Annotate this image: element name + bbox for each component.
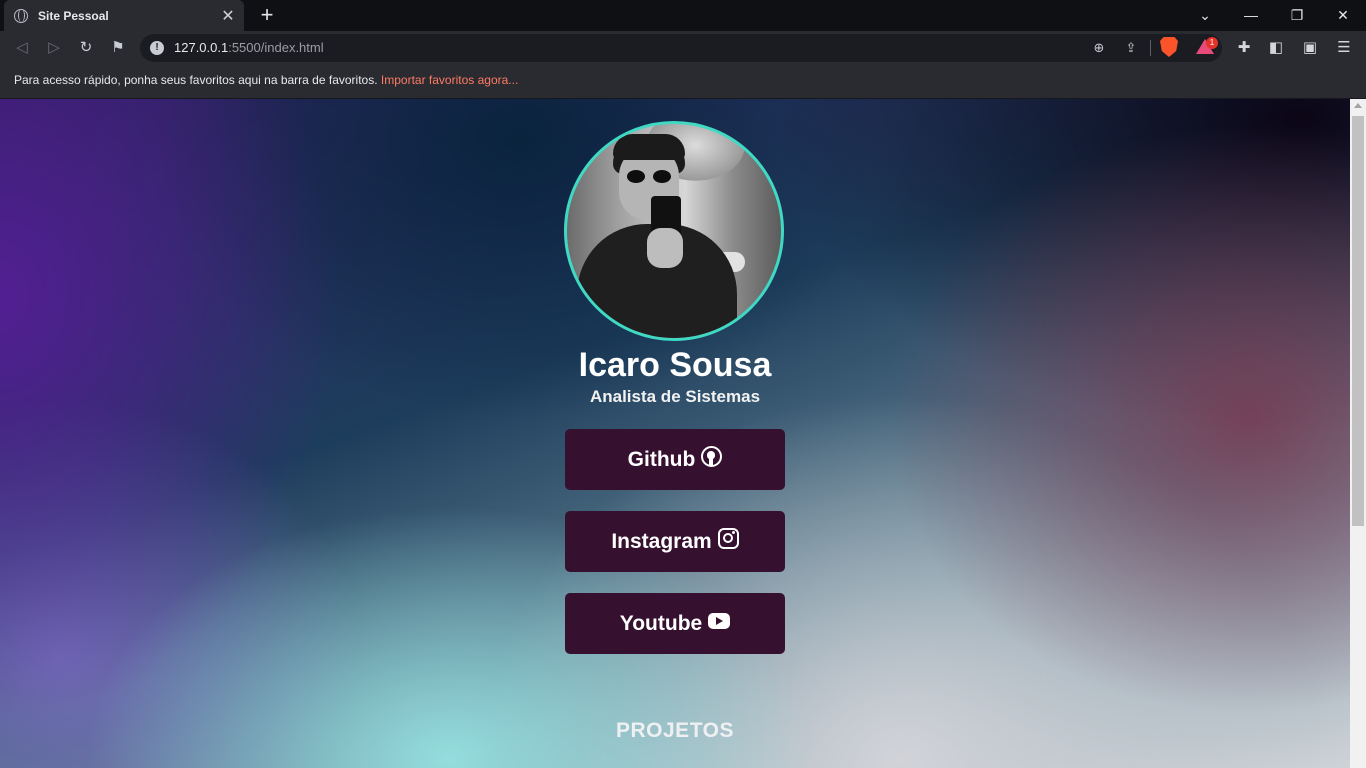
window-close-button[interactable]: ✕: [1320, 0, 1366, 31]
tab-title: Site Pessoal: [38, 8, 109, 23]
import-bookmarks-link[interactable]: Importar favoritos agora...: [381, 73, 518, 87]
github-button[interactable]: Github: [565, 429, 785, 490]
share-icon[interactable]: ⇪: [1122, 39, 1140, 57]
tab-close-icon[interactable]: ✕: [218, 6, 238, 26]
instagram-button[interactable]: Instagram: [565, 511, 785, 572]
scrollbar-thumb[interactable]: [1352, 116, 1364, 526]
url-text[interactable]: 127.0.0.1:5500/index.html: [174, 40, 324, 55]
profile-name: Icaro Sousa: [578, 346, 772, 384]
instagram-label: Instagram: [611, 529, 712, 553]
bookmarks-bar: Para acesso rápido, ponha seus favoritos…: [0, 65, 1366, 99]
tab-search-button[interactable]: ⌄: [1182, 0, 1228, 31]
bookmarks-message: Para acesso rápido, ponha seus favoritos…: [14, 73, 378, 87]
profile-role: Analista de Sistemas: [589, 387, 761, 406]
menu-icon[interactable]: ☰: [1333, 37, 1355, 59]
toolbar-divider: [1150, 40, 1151, 56]
youtube-button[interactable]: Youtube: [565, 593, 785, 654]
reload-button[interactable]: ↻: [75, 37, 97, 59]
rewards-badge: 1: [1206, 37, 1218, 49]
instagram-icon: [717, 528, 739, 549]
github-label: Github: [627, 447, 696, 471]
bookmark-icon[interactable]: ⚑: [107, 37, 129, 59]
projects-heading: PROJETOS: [616, 719, 734, 742]
youtube-label: Youtube: [619, 611, 703, 635]
back-button[interactable]: ◁: [11, 37, 33, 59]
minimize-button[interactable]: —: [1228, 0, 1274, 31]
youtube-icon: [708, 612, 731, 629]
globe-icon: [14, 8, 28, 23]
zoom-icon[interactable]: ⊕: [1090, 39, 1108, 57]
github-icon: [701, 446, 723, 467]
forward-button[interactable]: ▷: [43, 37, 65, 59]
browser-toolbar: ◁ ▷ ↻ ⚑ ! 127.0.0.1:5500/index.html ⊕ ⇪ …: [0, 31, 1366, 65]
extensions-icon[interactable]: ✚: [1233, 37, 1255, 59]
page-content: Icaro Sousa Analista de Sistemas Github …: [0, 99, 1350, 768]
browser-tab[interactable]: Site Pessoal ✕: [4, 0, 244, 31]
new-tab-button[interactable]: +: [256, 3, 278, 27]
site-info-icon[interactable]: !: [150, 41, 164, 55]
address-bar[interactable]: ! 127.0.0.1:5500/index.html ⊕ ⇪: [140, 34, 1222, 62]
sidebar-icon[interactable]: ◧: [1265, 37, 1287, 59]
profile-photo: [564, 121, 784, 341]
tab-strip: Site Pessoal ✕ + ⌄ — ❐ ✕: [0, 0, 1366, 31]
scroll-up-arrow-icon[interactable]: [1354, 103, 1362, 108]
page-scrollbar[interactable]: [1350, 99, 1366, 768]
wallet-icon[interactable]: ▣: [1299, 37, 1321, 59]
restore-button[interactable]: ❐: [1274, 0, 1320, 31]
